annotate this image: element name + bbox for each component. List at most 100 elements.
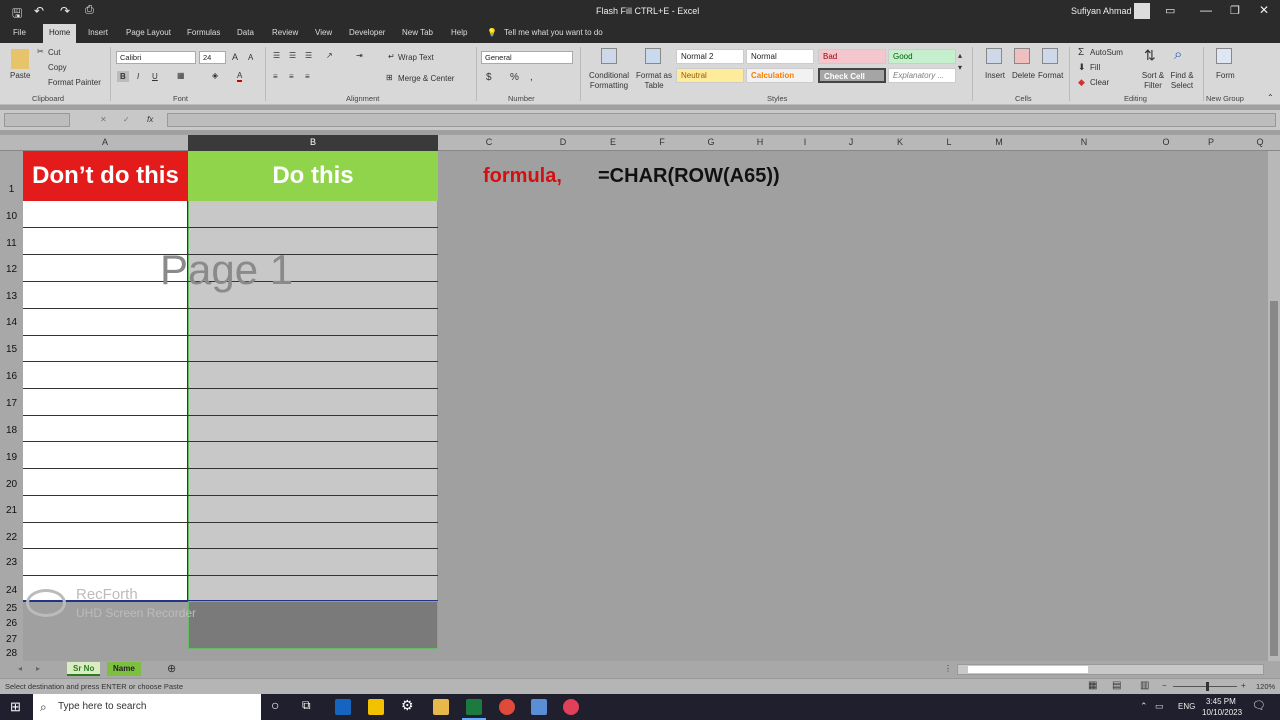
cut-button[interactable]: Cut: [48, 48, 60, 57]
conditional-formatting-button[interactable]: Conditional Formatting: [586, 71, 632, 91]
formula-text[interactable]: =CHAR(ROW(A65)): [598, 165, 780, 188]
font-name-select[interactable]: Calibri: [116, 51, 196, 64]
insert-button[interactable]: Insert: [985, 71, 1005, 80]
zoom-in-icon[interactable]: +: [1241, 681, 1246, 690]
orientation-icon[interactable]: ↗: [326, 51, 333, 60]
zoom-slider-thumb[interactable]: [1206, 682, 1209, 691]
normal-view-icon[interactable]: ▦: [1088, 680, 1097, 691]
style-bad[interactable]: Bad: [818, 49, 886, 64]
align-left-icon[interactable]: ≡: [273, 72, 278, 81]
format-painter-button[interactable]: Format Painter: [48, 78, 101, 87]
style-normal[interactable]: Normal: [746, 49, 814, 64]
align-bottom-icon[interactable]: ☰: [305, 51, 312, 60]
zoom-level[interactable]: 120%: [1256, 682, 1275, 691]
task-view-icon[interactable]: ⧉: [302, 698, 311, 713]
column-header-n[interactable]: N: [1078, 137, 1090, 147]
format-cells-icon[interactable]: [1042, 48, 1058, 64]
sticky-notes-icon[interactable]: [368, 699, 384, 715]
collapse-ribbon-icon[interactable]: ⌃: [1267, 93, 1274, 102]
notifications-icon[interactable]: 🗨: [1252, 699, 1266, 712]
gallery-up-icon[interactable]: ▴: [958, 51, 962, 60]
row-header-21[interactable]: 21: [0, 505, 23, 516]
sort-filter-icon[interactable]: ⇅: [1144, 47, 1156, 64]
formula-input[interactable]: [167, 113, 1276, 127]
print-preview-icon[interactable]: ⎙: [85, 4, 94, 17]
undo-icon[interactable]: ↶: [34, 4, 44, 18]
autosum-button[interactable]: AutoSum: [1090, 48, 1123, 57]
recorder-app-icon[interactable]: [563, 699, 579, 715]
horizontal-scroll-thumb[interactable]: [968, 666, 1088, 673]
conditional-formatting-icon[interactable]: [601, 48, 617, 64]
next-sheet-icon[interactable]: ▸: [36, 664, 40, 673]
row-header-19[interactable]: 19: [0, 452, 23, 463]
row-header-28[interactable]: 28: [0, 648, 23, 659]
horizontal-scrollbar[interactable]: [957, 664, 1264, 675]
find-select-button[interactable]: Find & Select: [1166, 71, 1198, 91]
row-header-10[interactable]: 10: [0, 211, 23, 222]
column-header-d[interactable]: D: [557, 137, 569, 147]
form-button[interactable]: Form: [1216, 71, 1235, 80]
fill-button[interactable]: Fill: [1090, 63, 1100, 72]
comma-button[interactable]: ,: [530, 72, 533, 83]
tell-me-search[interactable]: Tell me what you want to do: [504, 28, 603, 37]
decrease-font-icon[interactable]: A: [248, 53, 253, 62]
close-icon[interactable]: ✕: [1259, 3, 1269, 17]
language-indicator[interactable]: ENG: [1178, 702, 1195, 711]
tab-insert[interactable]: Insert: [88, 28, 108, 37]
tab-page-layout[interactable]: Page Layout: [126, 28, 171, 37]
vertical-scrollbar[interactable]: [1268, 151, 1280, 661]
header-do-this[interactable]: Do this: [188, 151, 438, 201]
column-header-h[interactable]: H: [754, 137, 766, 147]
clock-date[interactable]: 10/10/2023: [1202, 708, 1242, 717]
formula-label[interactable]: formula,: [483, 165, 562, 188]
row-header-15[interactable]: 15: [0, 344, 23, 355]
underline-button[interactable]: U: [152, 72, 158, 81]
column-header-e[interactable]: E: [607, 137, 619, 147]
row-header-11[interactable]: 11: [0, 238, 23, 249]
row-header-27[interactable]: 27: [0, 634, 23, 645]
tab-help[interactable]: Help: [451, 28, 467, 37]
zoom-out-icon[interactable]: −: [1162, 681, 1167, 690]
style-neutral[interactable]: Neutral: [676, 68, 744, 83]
column-header-k[interactable]: K: [894, 137, 906, 147]
font-size-select[interactable]: 24: [199, 51, 226, 64]
style-calculation[interactable]: Calculation: [746, 68, 814, 83]
page-break-view-icon[interactable]: ▥: [1140, 680, 1149, 691]
split-handle-icon[interactable]: ⋮: [944, 664, 952, 673]
style-normal-2[interactable]: Normal 2: [676, 49, 744, 64]
chrome-icon[interactable]: [499, 699, 515, 715]
zoom-slider[interactable]: [1173, 686, 1237, 687]
taskbar-search[interactable]: Type here to search: [33, 694, 261, 720]
add-sheet-icon[interactable]: ⊕: [167, 662, 176, 675]
vertical-scroll-thumb[interactable]: [1270, 301, 1278, 656]
row-header-24[interactable]: 24: [0, 585, 23, 596]
align-right-icon[interactable]: ≡: [305, 72, 310, 81]
currency-button[interactable]: $: [486, 72, 492, 83]
row-header-17[interactable]: 17: [0, 398, 23, 409]
avatar[interactable]: [1134, 3, 1150, 19]
network-icon[interactable]: ▭: [1155, 701, 1164, 712]
row-header-26[interactable]: 26: [0, 618, 23, 629]
column-header-p[interactable]: P: [1205, 137, 1217, 147]
borders-icon[interactable]: ▦: [177, 71, 185, 80]
copy-button[interactable]: Copy: [48, 63, 67, 72]
sort-filter-button[interactable]: Sort & Filter: [1138, 71, 1168, 91]
format-table-icon[interactable]: [645, 48, 661, 64]
row-header-16[interactable]: 16: [0, 371, 23, 382]
style-explanatory[interactable]: Explanatory ...: [888, 68, 956, 83]
align-center-icon[interactable]: ≡: [289, 72, 294, 81]
increase-font-icon[interactable]: A: [232, 52, 238, 62]
align-top-icon[interactable]: ☰: [273, 51, 280, 60]
tab-developer[interactable]: Developer: [349, 28, 385, 37]
font-color-icon[interactable]: A: [237, 71, 243, 82]
paste-icon[interactable]: [11, 49, 29, 69]
cortana-icon[interactable]: ○: [271, 697, 279, 713]
paste-button[interactable]: Paste: [10, 71, 30, 80]
row-header-1[interactable]: 1: [0, 184, 23, 195]
italic-button[interactable]: I: [137, 72, 139, 81]
fill-color-icon[interactable]: ◈: [212, 71, 218, 80]
tab-data[interactable]: Data: [237, 28, 254, 37]
column-header-m[interactable]: M: [993, 137, 1005, 147]
cancel-icon[interactable]: ✕: [100, 115, 107, 124]
row-header-20[interactable]: 20: [0, 479, 23, 490]
